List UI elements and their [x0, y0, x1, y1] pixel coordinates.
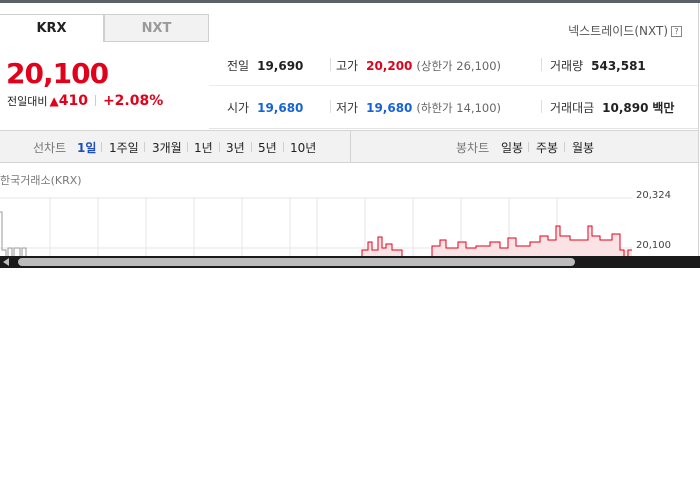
current-price: 20,100 [6, 57, 109, 90]
period-10y[interactable]: 10년 [290, 139, 316, 156]
stat-open: 시가 19,680 [227, 99, 303, 116]
stat-value: 19,680 [366, 101, 413, 115]
nextrade-label: 넥스트레이드(NXT) [568, 24, 668, 38]
stat-low: 저가 19,680 (하한가 14,100) [336, 99, 501, 116]
help-icon[interactable]: ? [671, 26, 682, 37]
stat-label: 시가 [227, 101, 250, 115]
period-divider [187, 142, 188, 152]
change-label: 전일대비 [7, 95, 48, 108]
stat-value: 543,581 [591, 59, 646, 73]
y-tick-label-high: 20,324 [636, 190, 671, 201]
stock-price-card: KRX NXT 넥스트레이드(NXT)? 20,100 전일대비 ▲410 +2.0… [0, 3, 699, 268]
stat-value: 10,890 [602, 101, 649, 115]
chart-toolbar: 선차트 1일 1주일 3개월 1년 3년 5년 10년 봉차트 일봉 주봉 월봉 [0, 130, 698, 163]
line-chart-label: 선차트 [33, 141, 67, 155]
stat-divider [541, 58, 542, 71]
candle-daily[interactable]: 일봉 [501, 139, 523, 156]
period-3m[interactable]: 3개월 [152, 139, 182, 156]
period-divider [251, 142, 252, 152]
stat-high: 고가 20,200 (상한가 26,100) [336, 57, 501, 74]
stat-divider [541, 100, 542, 113]
candle-monthly[interactable]: 월봉 [572, 139, 594, 156]
period-5y[interactable]: 5년 [258, 139, 277, 156]
stat-unit: 백만 [652, 101, 675, 115]
stat-label: 전일 [227, 59, 250, 73]
chart-source-label: 한국거래소(KRX) [0, 174, 82, 187]
stats-table: 전일 19,690 고가 20,200 (상한가 26,100) 거래량 543,581… [209, 43, 698, 129]
tab-nxt[interactable]: NXT [104, 14, 209, 42]
up-arrow-icon: ▲ [49, 94, 59, 108]
stat-value: 20,200 [366, 59, 413, 73]
stat-label: 거래대금 [550, 101, 595, 115]
change-divider [94, 95, 96, 106]
period-1w[interactable]: 1주일 [109, 139, 139, 156]
y-tick-label-low: 20,100 [636, 240, 671, 251]
period-divider [219, 142, 220, 152]
change-value: 410 [58, 93, 88, 109]
stat-divider [330, 100, 331, 113]
pre-market-line [0, 211, 27, 259]
period-1y[interactable]: 1년 [194, 139, 213, 156]
stat-label: 고가 [336, 59, 359, 73]
stat-divider [330, 58, 331, 71]
period-1d[interactable]: 1일 [77, 139, 96, 156]
stat-label: 거래량 [550, 59, 584, 73]
stat-label: 저가 [336, 101, 359, 115]
candle-weekly[interactable]: 주봉 [536, 139, 558, 156]
toolbar-divider [350, 131, 351, 162]
tab-krx[interactable]: KRX [0, 14, 104, 42]
stats-row: 시가 19,680 저가 19,680 (하한가 14,100) 거래대금 10,890… [209, 85, 698, 127]
period-3y[interactable]: 3년 [226, 139, 245, 156]
stats-row: 전일 19,690 고가 20,200 (상한가 26,100) 거래량 543,581 [209, 43, 698, 86]
period-divider [564, 142, 565, 152]
period-divider [528, 142, 529, 152]
stat-note: (하한가 14,100) [416, 101, 502, 115]
period-divider [101, 142, 102, 152]
period-divider [144, 142, 145, 152]
stat-note: (상한가 26,100) [416, 59, 502, 73]
stat-value: 19,680 [257, 101, 304, 115]
nextrade-link[interactable]: 넥스트레이드(NXT)? [568, 22, 682, 39]
scroll-left-icon[interactable] [3, 258, 9, 266]
stat-value: 19,690 [257, 59, 304, 73]
stat-amount: 거래대금 10,890 백만 [550, 99, 674, 116]
horizontal-scrollbar[interactable] [0, 256, 700, 268]
scrollbar-thumb[interactable] [18, 258, 575, 266]
intraday-price-chart [0, 197, 632, 259]
candle-chart-label: 봉차트 [456, 141, 490, 155]
period-divider [283, 142, 284, 152]
price-change: 전일대비 ▲410 +2.08% [7, 93, 163, 109]
change-percent: +2.08% [102, 93, 164, 109]
stat-volume: 거래량 543,581 [550, 57, 646, 74]
stat-prev-close: 전일 19,690 [227, 57, 303, 74]
